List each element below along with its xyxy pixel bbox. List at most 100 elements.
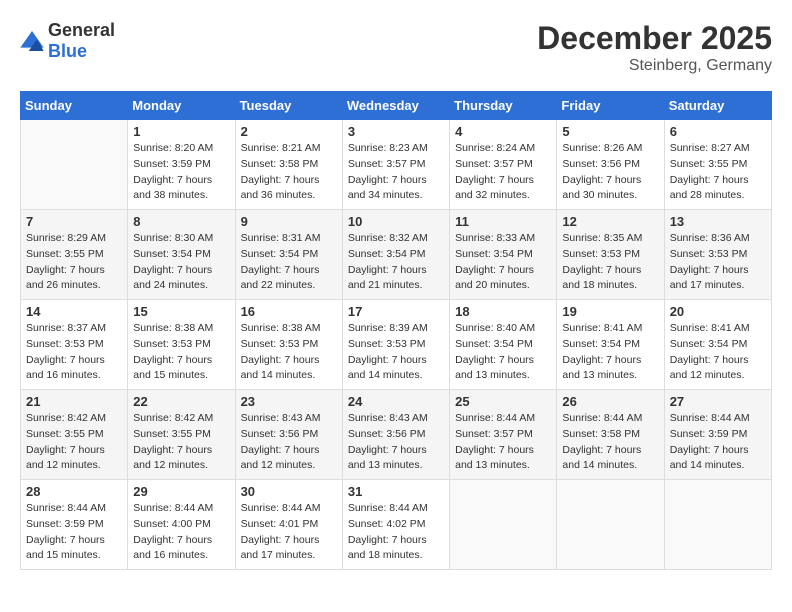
day-info: Sunrise: 8:44 AMSunset: 4:01 PMDaylight:… xyxy=(241,501,337,564)
day-cell: 5 Sunrise: 8:26 AMSunset: 3:56 PMDaylight… xyxy=(557,120,664,210)
day-info: Sunrise: 8:43 AMSunset: 3:56 PMDaylight:… xyxy=(348,411,444,474)
day-cell: 4Sunrise: 8:24 AMSunset: 3:57 PMDaylight… xyxy=(450,120,557,210)
day-info: Sunrise: 8:27 AMSunset: 3:55 PMDaylight:… xyxy=(670,141,766,204)
day-number: 4 xyxy=(455,124,551,139)
day-number: 11 xyxy=(455,214,551,229)
day-cell: 10 Sunrise: 8:32 AMSunset: 3:54 PMDayligh… xyxy=(342,210,449,300)
day-cell xyxy=(450,480,557,570)
day-cell: 23 Sunrise: 8:43 AMSunset: 3:56 PMDayligh… xyxy=(235,390,342,480)
day-cell: 22 Sunrise: 8:42 AMSunset: 3:55 PMDayligh… xyxy=(128,390,235,480)
day-info: Sunrise: 8:20 AMSunset: 3:59 PMDaylight:… xyxy=(133,141,229,204)
day-info: Sunrise: 8:26 AMSunset: 3:56 PMDaylight:… xyxy=(562,141,658,204)
day-cell: 14 Sunrise: 8:37 AMSunset: 3:53 PMDayligh… xyxy=(21,300,128,390)
day-number: 25 xyxy=(455,394,551,409)
day-info: Sunrise: 8:42 AMSunset: 3:55 PMDaylight:… xyxy=(133,411,229,474)
day-info: Sunrise: 8:44 AMSunset: 3:58 PMDaylight:… xyxy=(562,411,658,474)
header-day-wednesday: Wednesday xyxy=(342,92,449,120)
day-cell xyxy=(557,480,664,570)
day-cell: 8 Sunrise: 8:30 AMSunset: 3:54 PMDaylight… xyxy=(128,210,235,300)
day-info: Sunrise: 8:30 AMSunset: 3:54 PMDaylight:… xyxy=(133,231,229,294)
day-cell: 24Sunrise: 8:43 AMSunset: 3:56 PMDayligh… xyxy=(342,390,449,480)
day-cell: 15Sunrise: 8:38 AMSunset: 3:53 PMDayligh… xyxy=(128,300,235,390)
day-cell: 9Sunrise: 8:31 AMSunset: 3:54 PMDaylight… xyxy=(235,210,342,300)
calendar-body: 1Sunrise: 8:20 AMSunset: 3:59 PMDaylight… xyxy=(21,120,772,570)
header-day-friday: Friday xyxy=(557,92,664,120)
day-info: Sunrise: 8:31 AMSunset: 3:54 PMDaylight:… xyxy=(241,231,337,294)
day-number: 18 xyxy=(455,304,551,319)
day-info: Sunrise: 8:39 AMSunset: 3:53 PMDaylight:… xyxy=(348,321,444,384)
day-cell: 27 Sunrise: 8:44 AMSunset: 3:59 PMDayligh… xyxy=(664,390,771,480)
day-cell: 6Sunrise: 8:27 AMSunset: 3:55 PMDaylight… xyxy=(664,120,771,210)
header-row: SundayMondayTuesdayWednesdayThursdayFrid… xyxy=(21,92,772,120)
day-info: Sunrise: 8:41 AMSunset: 3:54 PMDaylight:… xyxy=(670,321,766,384)
day-number: 22 xyxy=(133,394,229,409)
day-number: 27 xyxy=(670,394,766,409)
week-row-2: 7 Sunrise: 8:29 AMSunset: 3:55 PMDaylight… xyxy=(21,210,772,300)
week-row-4: 21 Sunrise: 8:42 AMSunset: 3:55 PMDayligh… xyxy=(21,390,772,480)
header-day-monday: Monday xyxy=(128,92,235,120)
day-number: 20 xyxy=(670,304,766,319)
day-info: Sunrise: 8:29 AMSunset: 3:55 PMDaylight:… xyxy=(26,231,122,294)
header-day-sunday: Sunday xyxy=(21,92,128,120)
day-info: Sunrise: 8:33 AMSunset: 3:54 PMDaylight:… xyxy=(455,231,551,294)
logo-blue-text: Blue xyxy=(48,41,87,61)
day-info: Sunrise: 8:23 AMSunset: 3:57 PMDaylight:… xyxy=(348,141,444,204)
day-info: Sunrise: 8:35 AMSunset: 3:53 PMDaylight:… xyxy=(562,231,658,294)
title-block: December 2025 Steinberg, Germany xyxy=(537,20,772,75)
day-info: Sunrise: 8:43 AMSunset: 3:56 PMDaylight:… xyxy=(241,411,337,474)
day-number: 29 xyxy=(133,484,229,499)
page-header: General Blue December 2025 Steinberg, Ge… xyxy=(20,20,772,75)
day-cell: 19 Sunrise: 8:41 AMSunset: 3:54 PMDayligh… xyxy=(557,300,664,390)
day-info: Sunrise: 8:32 AMSunset: 3:54 PMDaylight:… xyxy=(348,231,444,294)
week-row-1: 1Sunrise: 8:20 AMSunset: 3:59 PMDaylight… xyxy=(21,120,772,210)
day-cell: 20 Sunrise: 8:41 AMSunset: 3:54 PMDayligh… xyxy=(664,300,771,390)
calendar-header: SundayMondayTuesdayWednesdayThursdayFrid… xyxy=(21,92,772,120)
day-cell: 11 Sunrise: 8:33 AMSunset: 3:54 PMDayligh… xyxy=(450,210,557,300)
day-number: 16 xyxy=(241,304,337,319)
day-info: Sunrise: 8:41 AMSunset: 3:54 PMDaylight:… xyxy=(562,321,658,384)
logo-general-text: General xyxy=(48,20,115,40)
day-cell: 1Sunrise: 8:20 AMSunset: 3:59 PMDaylight… xyxy=(128,120,235,210)
week-row-3: 14 Sunrise: 8:37 AMSunset: 3:53 PMDayligh… xyxy=(21,300,772,390)
day-number: 10 xyxy=(348,214,444,229)
day-info: Sunrise: 8:44 AMSunset: 3:59 PMDaylight:… xyxy=(670,411,766,474)
day-cell xyxy=(664,480,771,570)
header-day-thursday: Thursday xyxy=(450,92,557,120)
day-number: 17 xyxy=(348,304,444,319)
day-cell: 16 Sunrise: 8:38 AMSunset: 3:53 PMDayligh… xyxy=(235,300,342,390)
day-number: 14 xyxy=(26,304,122,319)
month-title: December 2025 xyxy=(537,20,772,57)
day-number: 28 xyxy=(26,484,122,499)
logo-icon xyxy=(20,31,44,51)
day-cell: 18 Sunrise: 8:40 AMSunset: 3:54 PMDayligh… xyxy=(450,300,557,390)
week-row-5: 28Sunrise: 8:44 AMSunset: 3:59 PMDayligh… xyxy=(21,480,772,570)
day-number: 31 xyxy=(348,484,444,499)
day-info: Sunrise: 8:38 AMSunset: 3:53 PMDaylight:… xyxy=(241,321,337,384)
day-number: 19 xyxy=(562,304,658,319)
day-info: Sunrise: 8:44 AMSunset: 4:00 PMDaylight:… xyxy=(133,501,229,564)
day-cell: 29 Sunrise: 8:44 AMSunset: 4:00 PMDayligh… xyxy=(128,480,235,570)
day-info: Sunrise: 8:21 AMSunset: 3:58 PMDaylight:… xyxy=(241,141,337,204)
day-info: Sunrise: 8:44 AMSunset: 4:02 PMDaylight:… xyxy=(348,501,444,564)
day-info: Sunrise: 8:36 AMSunset: 3:53 PMDaylight:… xyxy=(670,231,766,294)
day-number: 7 xyxy=(26,214,122,229)
day-cell: 31 Sunrise: 8:44 AMSunset: 4:02 PMDayligh… xyxy=(342,480,449,570)
day-info: Sunrise: 8:37 AMSunset: 3:53 PMDaylight:… xyxy=(26,321,122,384)
day-number: 13 xyxy=(670,214,766,229)
day-cell: 3Sunrise: 8:23 AMSunset: 3:57 PMDaylight… xyxy=(342,120,449,210)
day-number: 26 xyxy=(562,394,658,409)
calendar-table: SundayMondayTuesdayWednesdayThursdayFrid… xyxy=(20,91,772,570)
day-info: Sunrise: 8:40 AMSunset: 3:54 PMDaylight:… xyxy=(455,321,551,384)
day-number: 23 xyxy=(241,394,337,409)
day-number: 30 xyxy=(241,484,337,499)
day-cell: 12Sunrise: 8:35 AMSunset: 3:53 PMDayligh… xyxy=(557,210,664,300)
day-number: 8 xyxy=(133,214,229,229)
day-number: 5 xyxy=(562,124,658,139)
day-info: Sunrise: 8:42 AMSunset: 3:55 PMDaylight:… xyxy=(26,411,122,474)
day-cell: 21 Sunrise: 8:42 AMSunset: 3:55 PMDayligh… xyxy=(21,390,128,480)
day-cell: 30 Sunrise: 8:44 AMSunset: 4:01 PMDayligh… xyxy=(235,480,342,570)
header-day-tuesday: Tuesday xyxy=(235,92,342,120)
day-cell: 2 Sunrise: 8:21 AMSunset: 3:58 PMDaylight… xyxy=(235,120,342,210)
day-number: 21 xyxy=(26,394,122,409)
day-number: 2 xyxy=(241,124,337,139)
